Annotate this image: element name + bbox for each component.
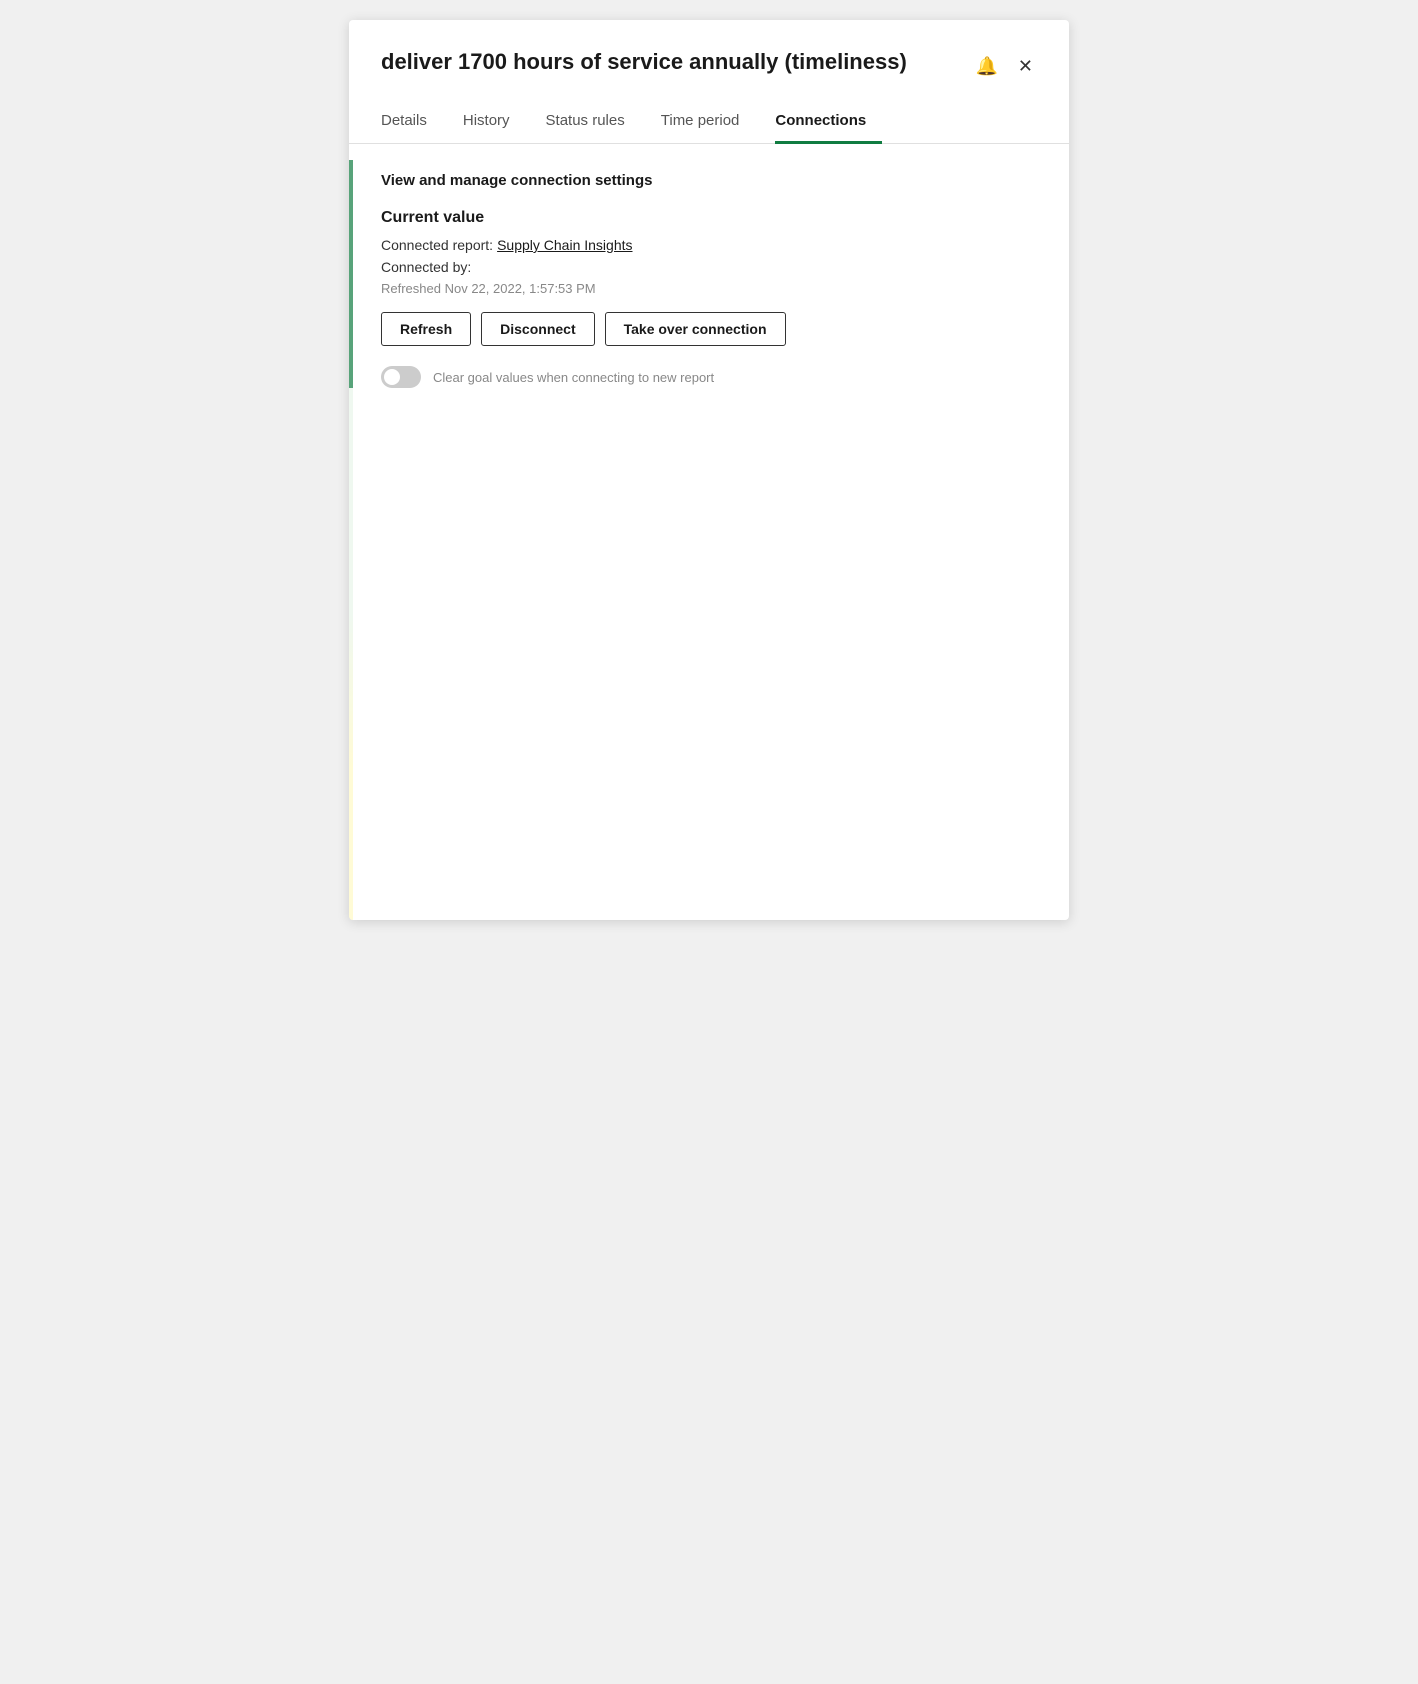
close-button[interactable]: ✕ bbox=[1014, 52, 1037, 81]
bell-button[interactable]: 🔔 bbox=[971, 52, 1001, 81]
disconnect-button[interactable]: Disconnect bbox=[481, 312, 594, 346]
tab-status-rules[interactable]: Status rules bbox=[546, 102, 641, 144]
section-subtitle: View and manage connection settings bbox=[381, 172, 1037, 189]
take-over-button[interactable]: Take over connection bbox=[605, 312, 786, 346]
tab-history[interactable]: History bbox=[463, 102, 526, 144]
bell-icon: 🔔 bbox=[975, 56, 997, 77]
refresh-button[interactable]: Refresh bbox=[381, 312, 471, 346]
left-accent-bar bbox=[349, 160, 353, 920]
refreshed-text: Refreshed Nov 22, 2022, 1:57:53 PM bbox=[381, 281, 1037, 296]
main-panel: deliver 1700 hours of service annually (… bbox=[349, 20, 1069, 920]
header-actions: 🔔 ✕ bbox=[971, 52, 1037, 81]
panel-header: deliver 1700 hours of service annually (… bbox=[349, 20, 1069, 81]
connected-by-label: Connected by: bbox=[381, 259, 471, 275]
current-value-heading: Current value bbox=[381, 209, 1037, 227]
connected-report-label: Connected report: bbox=[381, 237, 493, 253]
close-icon: ✕ bbox=[1018, 56, 1033, 77]
connected-report-row: Connected report: Supply Chain Insights bbox=[381, 237, 1037, 253]
panel-title: deliver 1700 hours of service annually (… bbox=[381, 48, 907, 77]
tab-connections[interactable]: Connections bbox=[775, 102, 882, 144]
tab-details[interactable]: Details bbox=[381, 102, 443, 144]
clear-goal-toggle[interactable] bbox=[381, 366, 421, 388]
toggle-label: Clear goal values when connecting to new… bbox=[433, 370, 714, 385]
action-buttons-row: Refresh Disconnect Take over connection bbox=[381, 312, 1037, 346]
connected-report-link[interactable]: Supply Chain Insights bbox=[497, 237, 632, 253]
panel-body: View and manage connection settings Curr… bbox=[349, 144, 1069, 416]
connected-by-row: Connected by: bbox=[381, 259, 1037, 275]
tabs-navigation: Details History Status rules Time period… bbox=[349, 101, 1069, 144]
toggle-slider bbox=[381, 366, 421, 388]
toggle-row: Clear goal values when connecting to new… bbox=[381, 366, 1037, 388]
tab-time-period[interactable]: Time period bbox=[661, 102, 756, 144]
